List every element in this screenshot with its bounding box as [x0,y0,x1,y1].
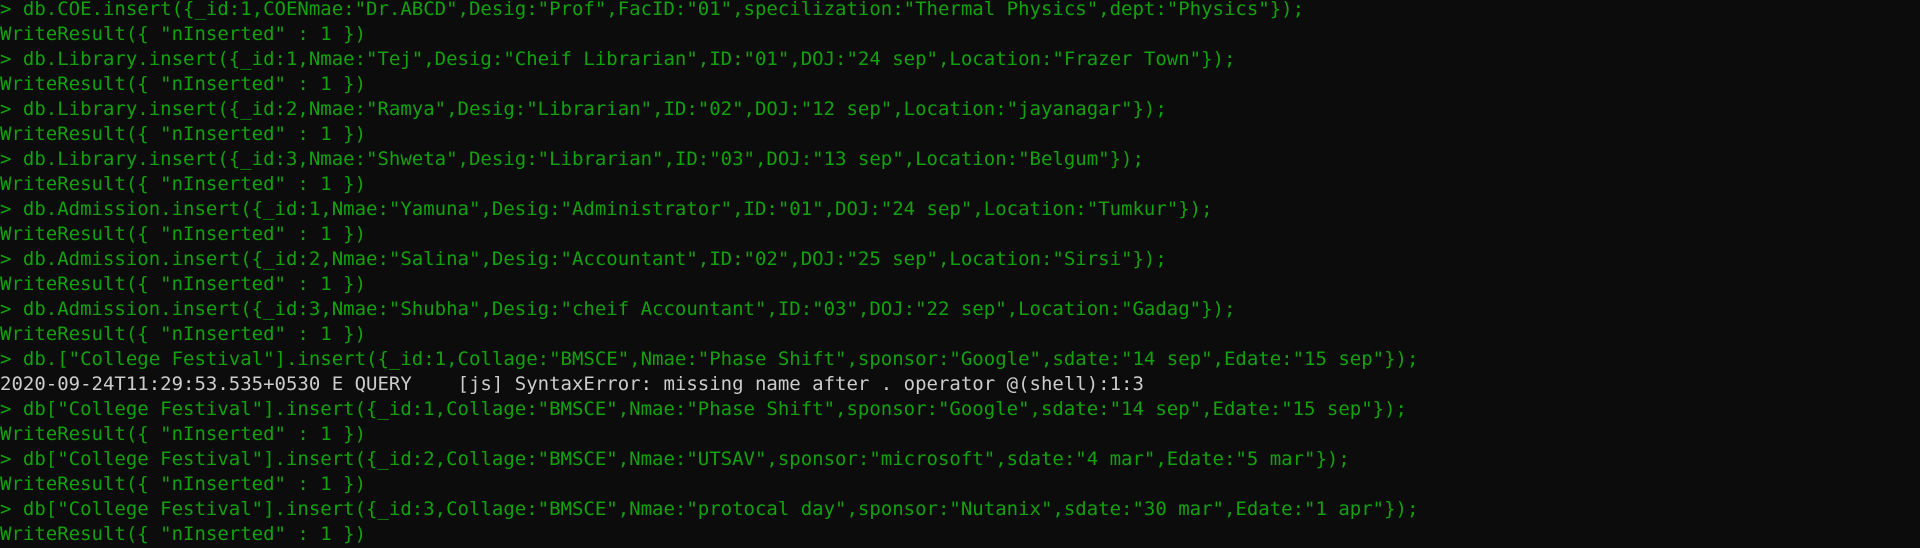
command-line: > db.COE.insert({_id:1,COENmae:"Dr.ABCD"… [0,0,1305,20]
command-line: > db.Admission.insert({_id:1,Nmae:"Yamun… [0,198,1213,220]
output-line: WriteResult({ "nInserted" : 1 }) [0,523,367,545]
command-line: > db.["College Festival"].insert({_id:1,… [0,348,1419,370]
command-line: > db["College Festival"].insert({_id:3,C… [0,498,1419,520]
output-line: WriteResult({ "nInserted" : 1 }) [0,323,367,345]
output-line: WriteResult({ "nInserted" : 1 }) [0,173,367,195]
output-line: WriteResult({ "nInserted" : 1 }) [0,223,367,245]
command-line: > db.Library.insert({_id:3,Nmae:"Shweta"… [0,148,1144,170]
output-line: WriteResult({ "nInserted" : 1 }) [0,423,367,445]
output-line: WriteResult({ "nInserted" : 1 }) [0,23,367,45]
command-line: > db.Admission.insert({_id:2,Nmae:"Salin… [0,248,1167,270]
command-line: > db.Admission.insert({_id:3,Nmae:"Shubh… [0,298,1236,320]
error-line: 2020-09-24T11:29:53.535+0530 E QUERY [js… [0,373,1144,395]
output-line: WriteResult({ "nInserted" : 1 }) [0,73,367,95]
scrollbar[interactable] [1906,0,1920,548]
output-line: WriteResult({ "nInserted" : 1 }) [0,473,367,495]
output-line: WriteResult({ "nInserted" : 1 }) [0,123,367,145]
command-line: > db["College Festival"].insert({_id:2,C… [0,448,1350,470]
command-line: > db["College Festival"].insert({_id:1,C… [0,398,1407,420]
terminal-window[interactable]: > db.COE.insert({_id:1,COENmae:"Dr.ABCD"… [0,0,1920,548]
terminal-output: > db.COE.insert({_id:1,COENmae:"Dr.ABCD"… [0,0,1418,547]
output-line: WriteResult({ "nInserted" : 1 }) [0,273,367,295]
command-line: > db.Library.insert({_id:1,Nmae:"Tej",De… [0,48,1236,70]
command-line: > db.Library.insert({_id:2,Nmae:"Ramya",… [0,98,1167,120]
